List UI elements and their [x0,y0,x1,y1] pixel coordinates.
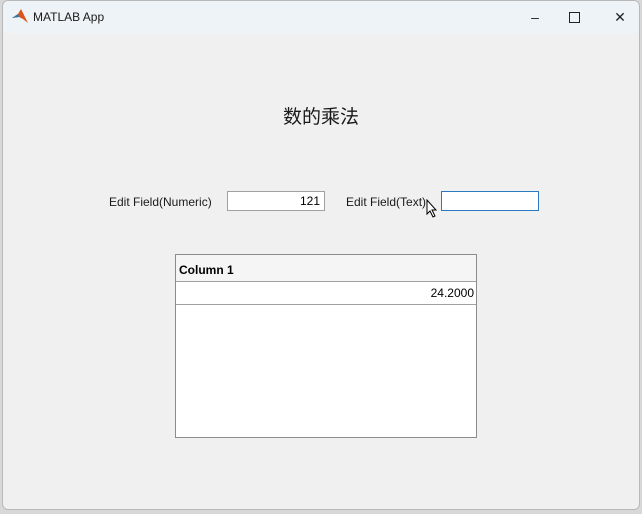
minimize-icon: – [531,9,539,25]
maximize-icon [568,11,580,23]
column-header[interactable]: Column 1 [176,255,476,282]
app-window: MATLAB App – ✕ 数的乘法 Edit Field(Numeric) … [2,0,640,510]
numeric-field-label: Edit Field(Numeric) [109,195,212,209]
table-cell[interactable]: 24.2000 [176,282,476,305]
minimize-button[interactable]: – [515,5,555,29]
maximize-button[interactable] [554,5,594,29]
text-edit-field[interactable] [441,191,539,211]
page-title: 数的乘法 [282,107,359,128]
window-title: MATLAB App [33,10,105,24]
mouse-cursor-icon [426,199,438,218]
close-icon: ✕ [614,8,626,25]
text-field-label: Edit Field(Text) [346,195,427,209]
data-table[interactable]: Column 1 24.2000 [175,254,477,438]
numeric-edit-field[interactable] [227,191,325,211]
close-button[interactable]: ✕ [600,5,639,29]
matlab-logo-icon [12,9,28,23]
title-bar: MATLAB App – ✕ [3,1,639,33]
